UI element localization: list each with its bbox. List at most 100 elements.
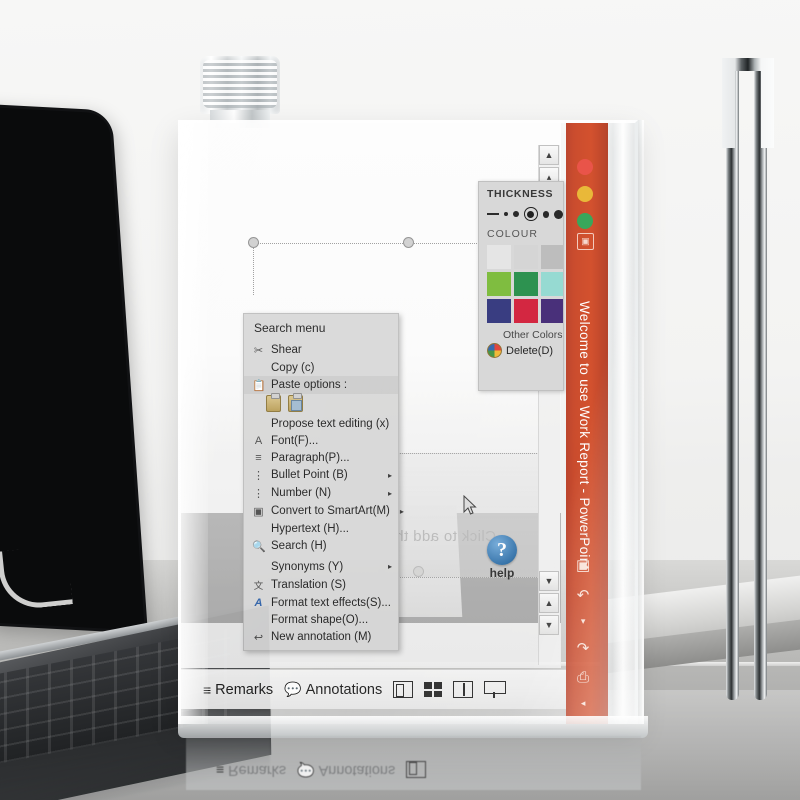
- search-icon: 🔍: [252, 540, 266, 553]
- paragraph-icon: ≡: [255, 451, 262, 464]
- menu-item-number[interactable]: ⋮ Number (N) ▸: [244, 484, 398, 502]
- chrome-rack-bar-right: [754, 60, 767, 700]
- selection-handle[interactable]: [403, 237, 414, 248]
- swatch[interactable]: [541, 272, 563, 296]
- thickness-option-6[interactable]: [554, 209, 563, 219]
- menu-item-label: Font(F)...: [271, 434, 319, 447]
- reflected-remarks-label: Remarks: [228, 762, 287, 778]
- maximize-button[interactable]: [577, 213, 593, 229]
- swatch[interactable]: [487, 299, 511, 323]
- swatch[interactable]: [487, 245, 511, 269]
- swatch[interactable]: [514, 245, 538, 269]
- colour-label: COLOUR: [487, 228, 538, 240]
- menu-item-synonyms[interactable]: Synonyms (Y) ▸: [244, 558, 398, 575]
- mouse-pointer-icon: [463, 495, 477, 515]
- menu-item-search[interactable]: 🔍 Search (H): [244, 537, 398, 555]
- reading-view-icon[interactable]: [453, 681, 474, 698]
- menu-item-label: Propose text editing (x): [271, 417, 390, 430]
- slide-sorter-icon[interactable]: [424, 682, 443, 697]
- product-photo-scene: Click to add the t ? help ▲ ▴ ▼ ▲ ▼ THIC…: [0, 0, 800, 800]
- quick-access-toolbar[interactable]: ▣ ↶ ▾ ↷ ⎙ ◂: [576, 556, 590, 709]
- delete-label: Delete(D): [506, 344, 554, 357]
- save-icon[interactable]: ▣: [577, 233, 594, 250]
- chrome-rack-curve: [722, 58, 774, 148]
- menu-item-translation[interactable]: 文 Translation (S): [244, 575, 398, 594]
- thickness-option-4-selected[interactable]: [524, 207, 538, 221]
- minimize-button[interactable]: [577, 186, 593, 202]
- present-icon[interactable]: ▣: [576, 556, 590, 574]
- other-colors-button[interactable]: Other Colors: [487, 329, 563, 341]
- swatch[interactable]: [487, 272, 511, 296]
- menu-item-paragraph[interactable]: ≡ Paragraph(P)...: [244, 449, 398, 466]
- swatch[interactable]: [541, 299, 563, 323]
- reflected-status-bar: ≡ Remarks 💬 Annotations: [194, 750, 579, 790]
- swatch[interactable]: [514, 272, 538, 296]
- menu-item-label: Paste options :: [271, 379, 348, 391]
- menu-item-label: Hypertext (H)...: [271, 522, 349, 535]
- bottle-bottom: [178, 716, 648, 738]
- menu-item-label: Bullet Point (B): [271, 469, 348, 481]
- submenu-arrow-icon: ▸: [387, 470, 392, 480]
- menu-item-convert-to-smartart[interactable]: ▣ Convert to SmartArt(M) ▸: [244, 502, 404, 520]
- comment-bubble-icon: 💬: [284, 681, 302, 697]
- delete-ink-button[interactable]: Delete(D): [487, 343, 563, 358]
- submenu-arrow-icon: ▸: [387, 562, 392, 571]
- menu-item-label: Copy (c): [271, 361, 315, 374]
- colour-swatch-grid[interactable]: [487, 245, 563, 323]
- thickness-options[interactable]: [487, 207, 563, 221]
- slide-show-icon[interactable]: [484, 681, 507, 698]
- normal-view-icon[interactable]: [393, 681, 414, 698]
- chevron-down-icon[interactable]: ▾: [581, 616, 586, 627]
- help-watermark[interactable]: ? help: [487, 535, 517, 580]
- thickness-option-5[interactable]: [542, 210, 550, 218]
- thickness-option-1[interactable]: [487, 213, 500, 215]
- menu-item-hypertext[interactable]: Hypertext (H)...: [244, 520, 398, 537]
- menu-item-format-text-effects[interactable]: A Format text effects(S)...: [244, 594, 398, 611]
- remarks-button[interactable]: ≡ Remarks: [203, 682, 273, 698]
- scroll-down-button[interactable]: ▼: [539, 571, 559, 591]
- menu-item-paste-options[interactable]: 📋 Paste options :: [244, 376, 398, 394]
- swatch[interactable]: [541, 245, 563, 269]
- redo-icon[interactable]: ↷: [577, 639, 590, 657]
- scissors-icon: ✂: [253, 344, 264, 357]
- close-button[interactable]: [577, 159, 593, 175]
- menu-item-label: Format shape(O)...: [271, 613, 369, 626]
- paste-keep-formatting-icon[interactable]: [266, 393, 281, 412]
- status-bar[interactable]: ≡ Remarks 💬 Annotations: [181, 669, 566, 709]
- swatch[interactable]: [514, 299, 538, 323]
- menu-item-font[interactable]: A Font(F)...: [244, 432, 398, 449]
- menu-item-shear[interactable]: ✂ Shear: [244, 341, 398, 359]
- thickness-option-2[interactable]: [504, 212, 509, 216]
- chevron-left-icon[interactable]: ◂: [581, 698, 586, 709]
- menu-item-label: Synonyms (Y): [271, 560, 344, 573]
- print-icon[interactable]: ⎙: [577, 669, 589, 686]
- thickness-option-3[interactable]: [513, 211, 520, 217]
- next-slide-button[interactable]: ▼: [539, 615, 559, 635]
- reflected-annotations-label: Annotations: [318, 762, 396, 778]
- selection-handle[interactable]: [248, 237, 259, 248]
- menu-item-new-annotation[interactable]: ↩ New annotation (M): [244, 628, 398, 646]
- menu-item-label: Number (N): [271, 487, 332, 499]
- scroll-up-button[interactable]: ▲: [539, 145, 559, 165]
- text-effects-icon: A: [254, 596, 263, 609]
- menu-item-bullet-point[interactable]: ⋮ Bullet Point (B) ▸: [244, 466, 398, 484]
- reflected-normal-view-icon: [406, 761, 427, 779]
- paste-picture-icon[interactable]: [288, 393, 303, 412]
- menu-item-label: Paragraph(P)...: [271, 451, 350, 464]
- menu-item-format-shape[interactable]: Format shape(O)...: [244, 611, 398, 628]
- ink-format-panel[interactable]: THICKNESS COLOUR Other Colors Delete(D): [478, 181, 564, 391]
- remarks-label: Remarks: [215, 681, 274, 698]
- translate-icon: 文: [253, 580, 264, 592]
- context-menu[interactable]: Search menu ✂ Shear Copy (c) 📋 Paste opt…: [243, 313, 404, 651]
- menu-item-propose-text-editing[interactable]: Propose text editing (x): [244, 415, 398, 432]
- previous-slide-button[interactable]: ▲: [539, 593, 559, 613]
- menu-item-copy[interactable]: Copy (c): [244, 359, 398, 376]
- context-menu-title: Search menu: [254, 321, 326, 335]
- undo-icon[interactable]: ↶: [577, 586, 590, 604]
- font-icon: A: [254, 434, 263, 447]
- clipboard-icon: 📋: [252, 379, 266, 392]
- paste-option-buttons[interactable]: [244, 393, 398, 415]
- menu-item-label: Convert to SmartArt(M): [271, 505, 390, 517]
- window-controls[interactable]: [577, 159, 593, 229]
- annotations-button[interactable]: 💬 Annotations: [284, 681, 382, 698]
